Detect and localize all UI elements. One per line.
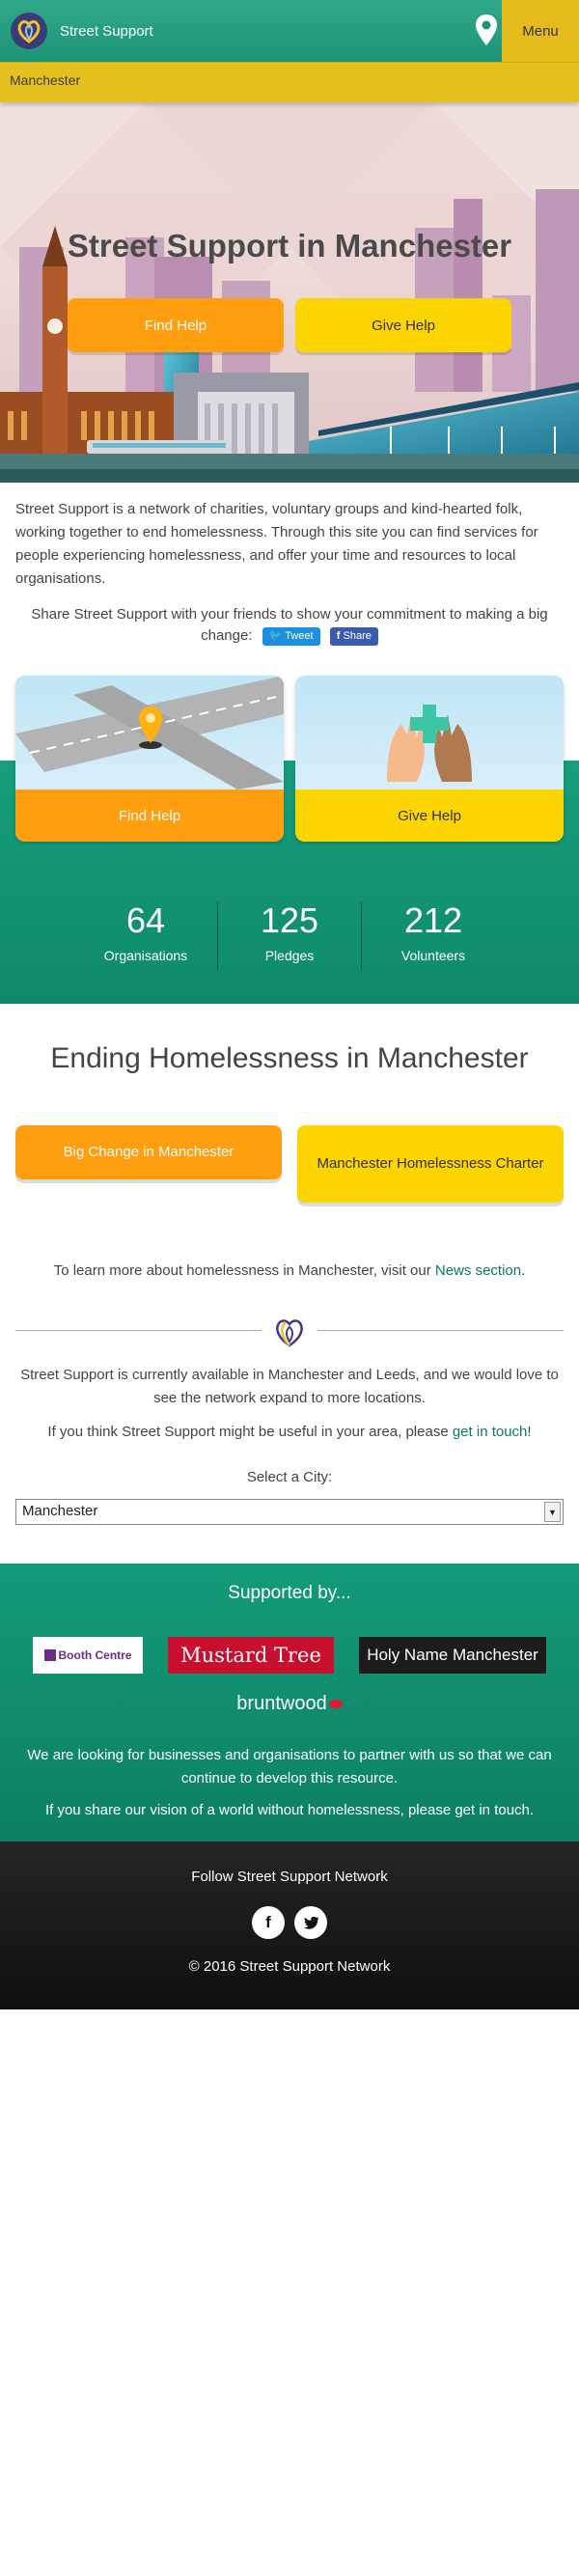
stats-row: 64 Organisations 125 Pledges 212 Volunte… [0, 842, 579, 1004]
follow-heading: Follow Street Support Network [191, 1869, 388, 1885]
menu-button[interactable]: Menu [502, 0, 579, 62]
learn-suffix: . [521, 1262, 526, 1279]
facebook-icon[interactable]: f [252, 1906, 285, 1939]
learn-more-text: To learn more about homelessness in Manc… [15, 1262, 564, 1279]
bruntwood-logo-text: bruntwood [236, 1693, 327, 1714]
find-help-card[interactable]: Find Help [15, 676, 284, 842]
stat-label: Organisations [103, 948, 188, 963]
getin-suffix: ! [527, 1424, 532, 1440]
stat-value: 212 [403, 900, 463, 940]
learn-prefix: To learn more about homelessness in Manc… [53, 1262, 435, 1279]
ending-homelessness-section: Ending Homelessness in Manchester Big Ch… [0, 1004, 579, 1279]
manchester-skyline-illustration [0, 102, 579, 483]
find-help-card-label: Find Help [15, 789, 284, 842]
section-title: Ending Homelessness in Manchester [50, 1042, 529, 1074]
site-footer: Follow Street Support Network f © 2016 S… [0, 1842, 579, 2009]
mustard-tree-logo[interactable]: Mustard Tree [168, 1637, 334, 1674]
stat-organisations: 64 Organisations [74, 900, 217, 969]
intro-paragraph: Street Support is a network of charities… [15, 501, 538, 587]
give-help-card[interactable]: Give Help [295, 676, 564, 842]
heart-divider [15, 1312, 564, 1350]
facebook-icon: f [336, 629, 341, 642]
booth-centre-logo[interactable]: Booth Centre [33, 1637, 143, 1674]
fb-share-label: Share [343, 629, 372, 642]
stat-label: Pledges [264, 948, 315, 963]
stat-value: 64 [125, 900, 166, 940]
hero-find-help-button[interactable]: Find Help [68, 298, 284, 352]
partner-prefix: We are looking for businesses and organi… [27, 1747, 360, 1763]
twitter-icon[interactable] [294, 1906, 327, 1939]
get-in-touch-link[interactable]: get in touch [453, 1424, 528, 1440]
vision-suffix: . [529, 1802, 535, 1818]
facebook-share-button[interactable]: f Share [329, 626, 378, 646]
availability-text: Street Support is currently available in… [20, 1367, 559, 1406]
heart-icon [276, 1319, 303, 1347]
road-map-pin-illustration [15, 676, 284, 789]
stat-label: Volunteers [400, 948, 466, 963]
tweet-button[interactable]: 🐦 Tweet [262, 626, 320, 646]
social-links: f [0, 1906, 579, 1939]
homelessness-charter-button[interactable]: Manchester Homelessness Charter [297, 1125, 564, 1203]
bruntwood-logo[interactable]: bruntwood [15, 1693, 564, 1715]
dropdown-arrow-icon[interactable]: ▼ [544, 1502, 561, 1522]
holy-name-logo[interactable]: Holy Name Manchester [359, 1637, 546, 1674]
location-pin-icon[interactable] [475, 14, 498, 46]
brand-name-link[interactable]: Street Support [60, 23, 153, 40]
booth-logo-text: Booth Centre [58, 1648, 132, 1662]
share-paragraph: Share Street Support with your friends t… [0, 591, 579, 647]
tweet-label: Tweet [285, 629, 314, 642]
twitter-bird-icon [303, 1916, 319, 1929]
stat-pledges: 125 Pledges [218, 900, 361, 969]
news-section-link[interactable]: News section [435, 1262, 521, 1279]
vision-get-in-touch-link[interactable]: get in touch [455, 1802, 530, 1818]
stat-volunteers: 212 Volunteers [362, 900, 505, 969]
give-help-card-label: Give Help [295, 789, 564, 842]
helping-hands-cross-illustration [387, 705, 472, 782]
partner-text: We are looking for businesses and organi… [15, 1744, 564, 1790]
twitter-bird-icon: 🐦 [268, 629, 283, 642]
hero-title: Street Support in Manchester [67, 228, 512, 263]
supported-title: Supported by... [228, 1583, 351, 1603]
getin-prefix: If you think Street Support might be use… [47, 1424, 453, 1440]
booth-house-icon [43, 1649, 56, 1661]
vision-text: If you share our vision of a world witho… [15, 1802, 564, 1818]
city-bar[interactable]: Manchester [0, 62, 579, 102]
street-support-logo-icon[interactable] [10, 12, 48, 50]
bruntwood-dot-icon [328, 1700, 343, 1709]
hero-banner: Street Support in Manchester Find Help G… [0, 102, 579, 483]
supported-by-section: Supported by... Booth Centre Mustard Tre… [0, 1564, 579, 1842]
get-in-touch-text: If you think Street Support might be use… [0, 1410, 579, 1440]
partner-with-us-link[interactable]: partner with us [359, 1747, 454, 1763]
stat-value: 125 [260, 900, 319, 940]
top-bar: Street Support Menu [0, 0, 579, 62]
sponsor-logos: Booth Centre Mustard Tree Holy Name Manc… [15, 1637, 564, 1674]
city-select-dropdown[interactable]: Manchester ▼ [15, 1499, 564, 1525]
hero-give-help-button[interactable]: Give Help [295, 298, 511, 352]
help-cards-section: Find Help Give Help 64 Organisations 125… [0, 676, 579, 1004]
big-change-button[interactable]: Big Change in Manchester [15, 1125, 282, 1179]
heart-logo-wrapper [262, 1312, 317, 1350]
selected-city-value: Manchester [22, 1503, 98, 1519]
vision-prefix: If you share our vision of a world witho… [44, 1802, 455, 1818]
copyright-text: © 2016 Street Support Network [188, 1958, 391, 1975]
select-city-label: Select a City: [246, 1469, 333, 1485]
